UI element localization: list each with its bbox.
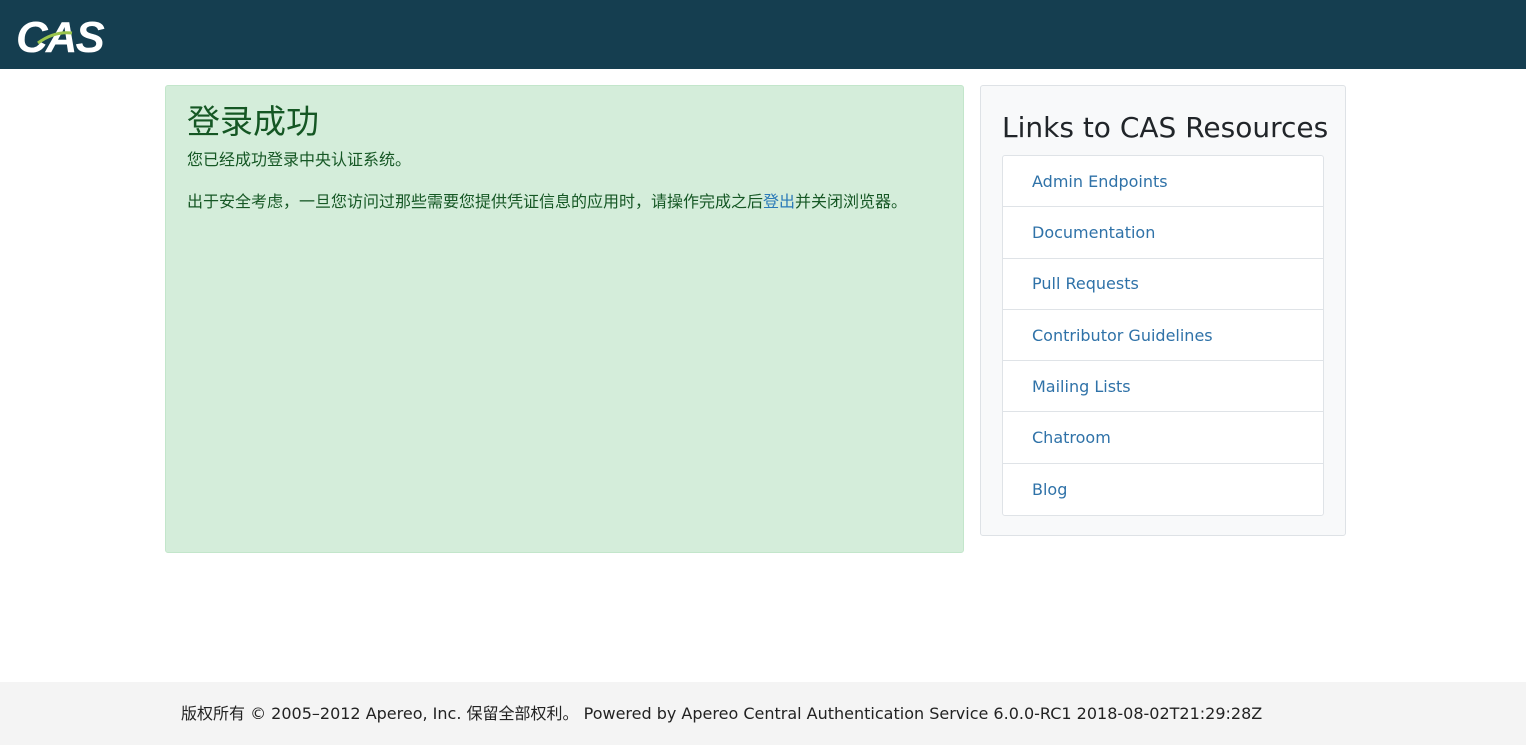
cas-logo-text: CAS bbox=[16, 13, 105, 59]
resource-item-chatroom[interactable]: Chatroom bbox=[1003, 412, 1323, 464]
security-text-before: 出于安全考虑，一旦您访问过那些需要您提供凭证信息的应用时，请操作完成之后 bbox=[187, 192, 764, 211]
cas-resources-panel: Links to CAS Resources Admin Endpoints D… bbox=[980, 85, 1346, 536]
copyright-text: 版权所有 © 2005–2012 Apereo, Inc. 保留全部权利。 bbox=[181, 704, 579, 723]
top-header: CAS bbox=[0, 0, 1526, 69]
pull-requests-link[interactable]: Pull Requests bbox=[1032, 274, 1139, 293]
resource-list: Admin Endpoints Documentation Pull Reque… bbox=[1002, 155, 1324, 517]
mailing-lists-link[interactable]: Mailing Lists bbox=[1032, 377, 1131, 396]
cas-logo[interactable]: CAS bbox=[14, 9, 106, 59]
chatroom-link[interactable]: Chatroom bbox=[1032, 428, 1111, 447]
resource-item-admin-endpoints[interactable]: Admin Endpoints bbox=[1003, 156, 1323, 208]
success-message: 您已经成功登录中央认证系统。 bbox=[187, 150, 412, 169]
admin-endpoints-link[interactable]: Admin Endpoints bbox=[1032, 172, 1168, 191]
success-title: 登录成功 bbox=[187, 102, 319, 141]
security-text-after: 并关闭浏览器。 bbox=[795, 192, 908, 211]
resource-item-documentation[interactable]: Documentation bbox=[1003, 207, 1323, 259]
resource-item-blog[interactable]: Blog bbox=[1003, 464, 1323, 515]
documentation-link[interactable]: Documentation bbox=[1032, 223, 1155, 242]
page-footer: 版权所有 © 2005–2012 Apereo, Inc. 保留全部权利。 Po… bbox=[0, 682, 1526, 745]
logout-link[interactable]: 登出 bbox=[763, 192, 795, 211]
footer-text: 版权所有 © 2005–2012 Apereo, Inc. 保留全部权利。 Po… bbox=[181, 704, 1262, 724]
blog-link[interactable]: Blog bbox=[1032, 480, 1067, 499]
security-message: 出于安全考虑，一旦您访问过那些需要您提供凭证信息的应用时，请操作完成之后登出并关… bbox=[187, 192, 907, 212]
contributor-guidelines-link[interactable]: Contributor Guidelines bbox=[1032, 326, 1213, 345]
resource-item-contributor-guidelines[interactable]: Contributor Guidelines bbox=[1003, 310, 1323, 362]
login-success-panel: 登录成功 您已经成功登录中央认证系统。 出于安全考虑，一旦您访问过那些需要您提供… bbox=[165, 85, 964, 553]
resource-item-pull-requests[interactable]: Pull Requests bbox=[1003, 259, 1323, 310]
resource-item-mailing-lists[interactable]: Mailing Lists bbox=[1003, 361, 1323, 413]
resources-title: Links to CAS Resources bbox=[1002, 111, 1329, 144]
powered-by-text: Powered by Apereo Central Authentication… bbox=[583, 704, 1263, 723]
